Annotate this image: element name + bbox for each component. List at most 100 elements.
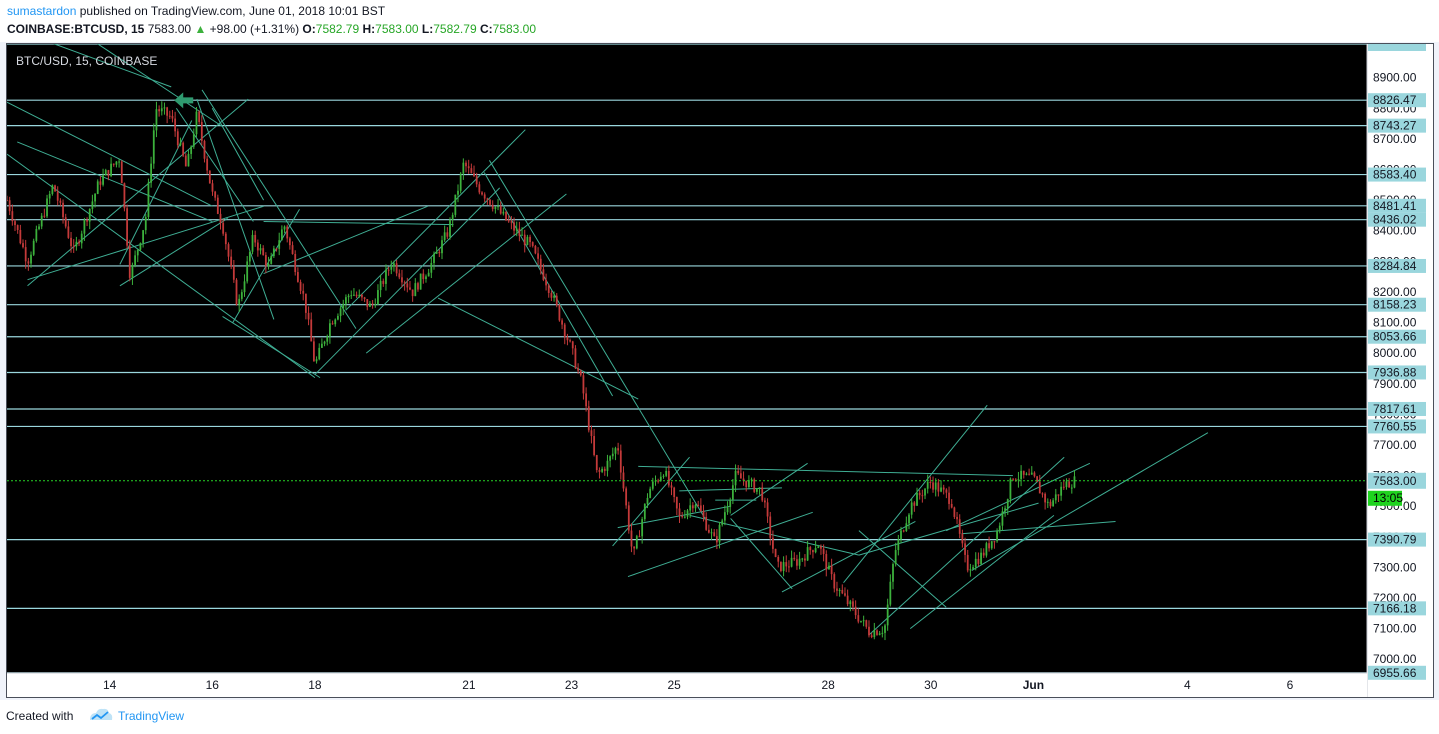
price-chart[interactable]: 7000.007100.007200.007300.007400.007500.… [6,43,1434,698]
candle-body [521,234,523,236]
candle-body [248,251,251,262]
candle-body [702,511,705,517]
x-tick-label: 18 [308,678,322,692]
level-tag-label: 7390.79 [1373,533,1417,547]
candle-body [62,202,64,218]
level-tag [1368,44,1426,51]
candle-body [822,548,825,554]
candle-body [857,615,860,622]
candle-body [422,273,425,280]
candle-body [515,228,518,231]
candle-body [310,319,313,342]
candle-body [184,155,187,167]
candle-body [830,565,833,575]
candle-body [411,289,414,297]
candle-body [187,153,190,167]
y-tick-label: 7100.00 [1373,622,1417,636]
candle-body [1009,478,1012,500]
candle-body [112,163,115,165]
candle-body [555,295,558,305]
candle-body [940,487,942,492]
candle-body [78,241,80,244]
candle-body [182,142,185,156]
candle-body [694,504,697,509]
candle-body [443,232,446,241]
candle-body [251,234,254,252]
candle-body [619,450,622,473]
candle-body [972,567,974,570]
candle-body [275,248,278,250]
level-tag-label: 8743.27 [1373,119,1417,133]
candle-body [956,516,958,520]
candle-body [841,589,844,594]
candle-body [737,470,740,474]
candle-body [72,246,75,248]
chart-canvas[interactable]: 7000.007100.007200.007300.007400.007500.… [7,44,1433,697]
candle-body [294,253,297,273]
trend-line [437,297,639,400]
candle-body [921,495,924,497]
candle-body [926,482,929,489]
candle-body [598,470,601,472]
candle-body [531,242,534,246]
candle-body [369,303,371,307]
candle-body [785,562,788,567]
candle-body [889,581,892,605]
candle-body [699,505,702,512]
candle-body [1046,501,1049,503]
candle-body [224,233,227,245]
candle-body [19,230,22,244]
candle-body [526,236,529,245]
candle-body [382,280,385,284]
author-link[interactable]: sumastardon [7,4,76,18]
candle-body [417,283,419,290]
candle-body [142,230,145,243]
candle-body [94,193,96,202]
candle-body [833,574,836,589]
candle-body [115,161,118,165]
candle-body [355,294,358,297]
candle-body [806,547,809,561]
level-tag-label: 7760.55 [1373,419,1417,433]
y-tick-label: 8700.00 [1373,132,1417,146]
candle-body [179,142,182,146]
candle-body [924,488,926,496]
trend-line [617,505,731,529]
level-tag-label: 7817.61 [1373,402,1417,416]
candle-body [1017,479,1020,481]
candle-body [1065,481,1068,488]
candle-body [144,217,147,231]
candle-body [729,499,732,507]
candle-body [953,507,956,517]
trend-line [627,511,813,578]
candle-body [75,241,78,247]
candle-body [571,341,574,349]
x-tick-label: 23 [565,678,579,692]
candle-body [342,303,345,309]
candle-body [70,237,72,247]
candle-body [854,606,857,616]
quote-change: +98.00 (+1.31%) [209,22,300,36]
y-tick-label: 7700.00 [1373,438,1417,452]
candle-body [910,502,913,515]
candle-body [409,287,411,290]
candle-body [539,258,542,270]
candle-body [1006,499,1009,509]
tradingview-link[interactable]: TradingView [118,709,184,723]
up-arrow-icon: ▲ [194,22,207,36]
candle-body [958,519,961,534]
trend-line [263,221,454,226]
candle-body [83,219,86,234]
candle-body [646,497,649,504]
candle-body [761,487,764,501]
candle-body [537,253,539,259]
candle-body [232,266,235,280]
candle-body [486,198,489,200]
candle-body [323,341,326,344]
candle-body [753,479,756,492]
candle-body [243,281,246,293]
candle-body [814,548,817,553]
candle-body [334,319,337,325]
trend-line [222,315,321,379]
candle-body [254,234,257,243]
